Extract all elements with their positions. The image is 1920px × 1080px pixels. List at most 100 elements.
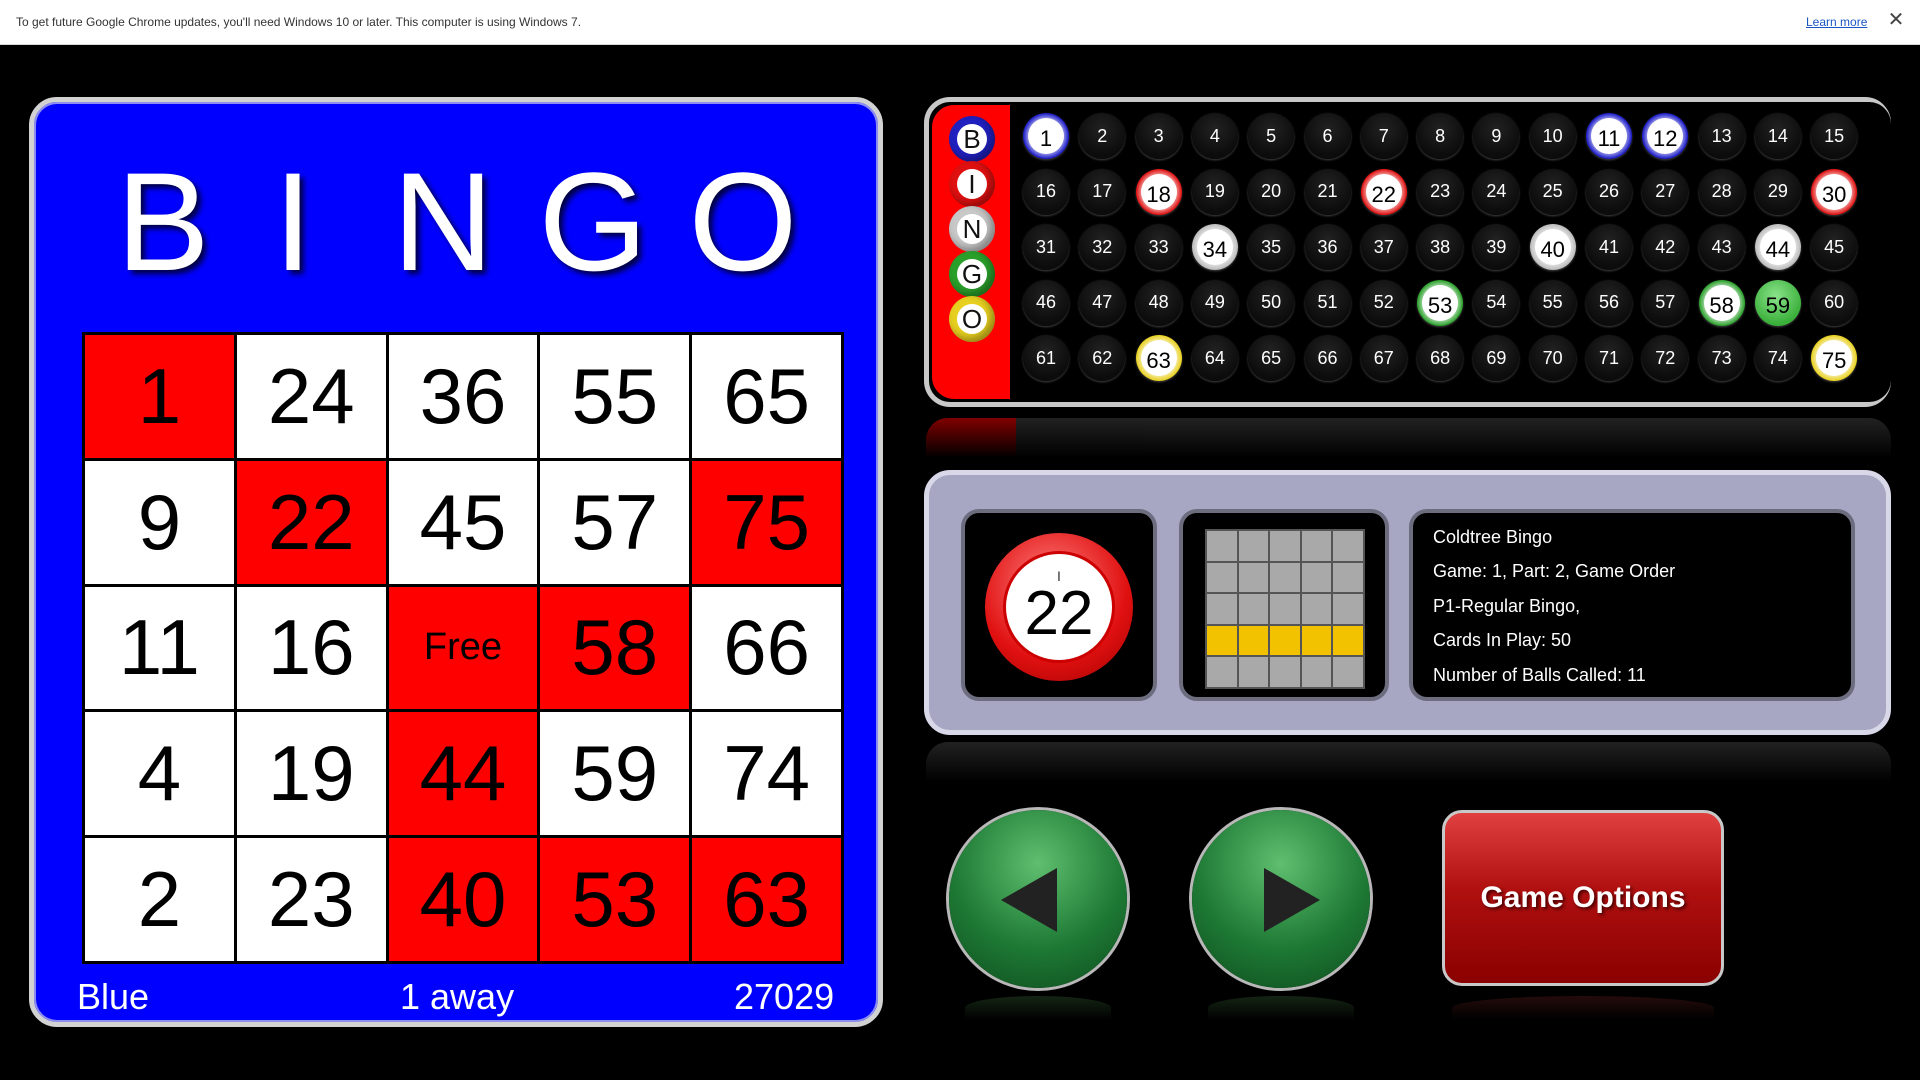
current-ball: I 22 xyxy=(985,533,1133,681)
card-cell[interactable]: 65 xyxy=(692,335,841,458)
board-number: 36 xyxy=(1304,224,1351,270)
pattern-cell xyxy=(1301,657,1332,687)
board-number-called: 53 xyxy=(1417,279,1464,326)
board-number: 66 xyxy=(1304,335,1351,381)
card-cell[interactable]: 4 xyxy=(85,712,234,836)
card-cell[interactable]: 58 xyxy=(540,586,690,710)
pattern-cell xyxy=(1207,562,1237,593)
board-number: 45 xyxy=(1811,224,1858,270)
board-number: 28 xyxy=(1698,168,1745,215)
board-letter-ball: N xyxy=(949,206,995,252)
card-cell[interactable]: 57 xyxy=(540,460,690,584)
board-number: 23 xyxy=(1417,168,1464,215)
card-cell[interactable]: 23 xyxy=(236,838,386,961)
board-number: 38 xyxy=(1417,224,1464,270)
pattern-cell-on xyxy=(1238,625,1269,656)
pattern-cell xyxy=(1270,562,1300,593)
board-letter-ball: O xyxy=(949,296,995,342)
card-cell[interactable]: 36 xyxy=(388,335,538,458)
winning-pattern-grid xyxy=(1205,529,1365,689)
board-number: 29 xyxy=(1754,168,1801,215)
board-number: 21 xyxy=(1304,168,1351,215)
card-cell[interactable]: 44 xyxy=(388,712,538,836)
card-cell[interactable]: 11 xyxy=(85,586,234,710)
board-number: 31 xyxy=(1023,224,1069,270)
pattern-cell xyxy=(1333,531,1363,561)
card-cell[interactable]: 59 xyxy=(540,712,690,836)
card-free-space[interactable]: Free xyxy=(388,586,538,710)
card-cell[interactable]: 22 xyxy=(236,460,386,584)
pattern-cell xyxy=(1207,531,1237,561)
card-cell[interactable]: 75 xyxy=(692,460,841,584)
board-number-called: 63 xyxy=(1135,335,1182,381)
card-cell[interactable]: 66 xyxy=(692,586,841,710)
card-cell[interactable]: 19 xyxy=(236,712,386,836)
board-number: 73 xyxy=(1698,335,1745,381)
card-grid: 1 24 36 55 65 9 22 45 57 75 11 16 Free 58 66 4 19 44 59 74 2… xyxy=(82,332,844,964)
card-cell[interactable]: 16 xyxy=(236,586,386,710)
board-number: 26 xyxy=(1586,168,1632,215)
board-letter-ball: G xyxy=(949,251,995,297)
board-number: 35 xyxy=(1248,224,1295,270)
game-options-button[interactable]: Game Options xyxy=(1442,810,1724,986)
card-header-letter-b: B xyxy=(116,143,210,300)
board-number: 14 xyxy=(1754,113,1801,159)
pattern-cell xyxy=(1270,594,1300,624)
board-number: 46 xyxy=(1023,279,1069,326)
card-away-status: 1 away xyxy=(400,976,515,1017)
card-cell[interactable]: 9 xyxy=(85,460,234,584)
pattern-cell xyxy=(1207,657,1237,687)
current-ball-box: I 22 xyxy=(961,509,1157,701)
card-cell[interactable]: 55 xyxy=(540,335,690,458)
card-header: B I N G O xyxy=(34,142,878,302)
pattern-cell xyxy=(1333,657,1363,687)
board-number: 25 xyxy=(1529,168,1576,215)
board-number: 42 xyxy=(1642,224,1689,270)
close-icon[interactable]: ✕ xyxy=(1886,8,1906,32)
board-number: 7 xyxy=(1360,113,1407,159)
next-ball-button[interactable] xyxy=(1192,810,1370,988)
card-cell[interactable]: 1 xyxy=(85,335,234,458)
pattern-cell-on xyxy=(1270,625,1300,656)
card-cell[interactable]: 45 xyxy=(388,460,538,584)
card-cell[interactable]: 2 xyxy=(85,838,234,961)
card-cell[interactable]: 53 xyxy=(540,838,690,961)
learn-more-link[interactable]: Learn more xyxy=(1806,15,1867,29)
pattern-cell xyxy=(1301,531,1332,561)
board-number: 19 xyxy=(1191,168,1238,215)
board-letter-ball: B xyxy=(949,116,995,162)
board-letter: B xyxy=(957,124,987,154)
board-number: 51 xyxy=(1304,279,1351,326)
board-number: 71 xyxy=(1586,335,1632,381)
board-number: 70 xyxy=(1529,335,1576,381)
board-number: 3 xyxy=(1135,113,1182,159)
card-cell[interactable]: 74 xyxy=(692,712,841,836)
board-number: 52 xyxy=(1360,279,1407,326)
pattern-cell xyxy=(1238,657,1269,687)
card-header-letter-n: N xyxy=(392,143,494,300)
card-cell[interactable]: 63 xyxy=(692,838,841,961)
card-cell[interactable]: 40 xyxy=(388,838,538,961)
board-letter: N xyxy=(957,214,987,244)
board-number-called: 75 xyxy=(1811,335,1858,381)
pattern-box xyxy=(1179,509,1389,701)
game-details-box: Coldtree Bingo Game: 1, Part: 2, Game Or… xyxy=(1409,509,1855,701)
previous-ball-button[interactable] xyxy=(949,810,1127,988)
card-header-letter-o: O xyxy=(688,143,798,300)
board-letter: G xyxy=(957,259,987,289)
board-number: 68 xyxy=(1417,335,1464,381)
triangle-right-icon xyxy=(1264,868,1320,932)
board-reflection xyxy=(926,418,1891,458)
card-color-name: Blue xyxy=(77,976,150,1017)
board-number-called: 12 xyxy=(1642,113,1689,159)
board-number-grid: 1 2 3 4 5 6 7 8 9 10 11 12 13 14 15 16 17 18 19 20 21 22 23 24 2… xyxy=(1013,102,1891,402)
board-number: 41 xyxy=(1586,224,1632,270)
board-letter-column: BINGO xyxy=(932,105,1010,399)
board-letter: I xyxy=(957,169,987,199)
board-number-called: 58 xyxy=(1698,279,1745,326)
venue-name: Coldtree Bingo xyxy=(1433,527,1553,547)
board-number: 9 xyxy=(1473,113,1520,159)
current-ball-number: 22 xyxy=(1024,579,1094,648)
card-cell[interactable]: 24 xyxy=(236,335,386,458)
board-letter-ball: I xyxy=(949,161,995,207)
